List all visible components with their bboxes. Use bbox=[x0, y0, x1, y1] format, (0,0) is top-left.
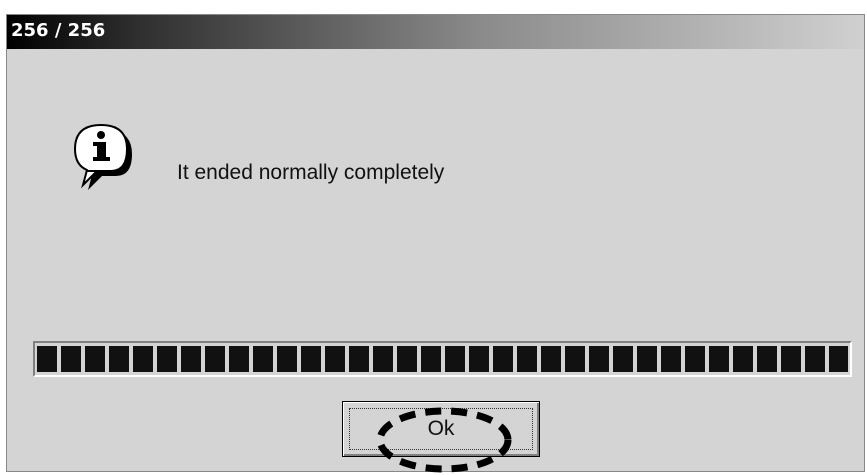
dialog-window: 256 / 256 It ended normally completely O… bbox=[6, 14, 865, 473]
ok-button-label: Ok bbox=[427, 417, 455, 440]
ok-button[interactable]: Ok bbox=[342, 401, 540, 457]
info-icon bbox=[73, 123, 132, 190]
progress-fill bbox=[37, 346, 848, 372]
window-title: 256 / 256 bbox=[11, 20, 106, 41]
progress-bar bbox=[33, 341, 852, 377]
title-bar[interactable]: 256 / 256 bbox=[7, 15, 864, 49]
status-message: It ended normally completely bbox=[177, 161, 445, 184]
